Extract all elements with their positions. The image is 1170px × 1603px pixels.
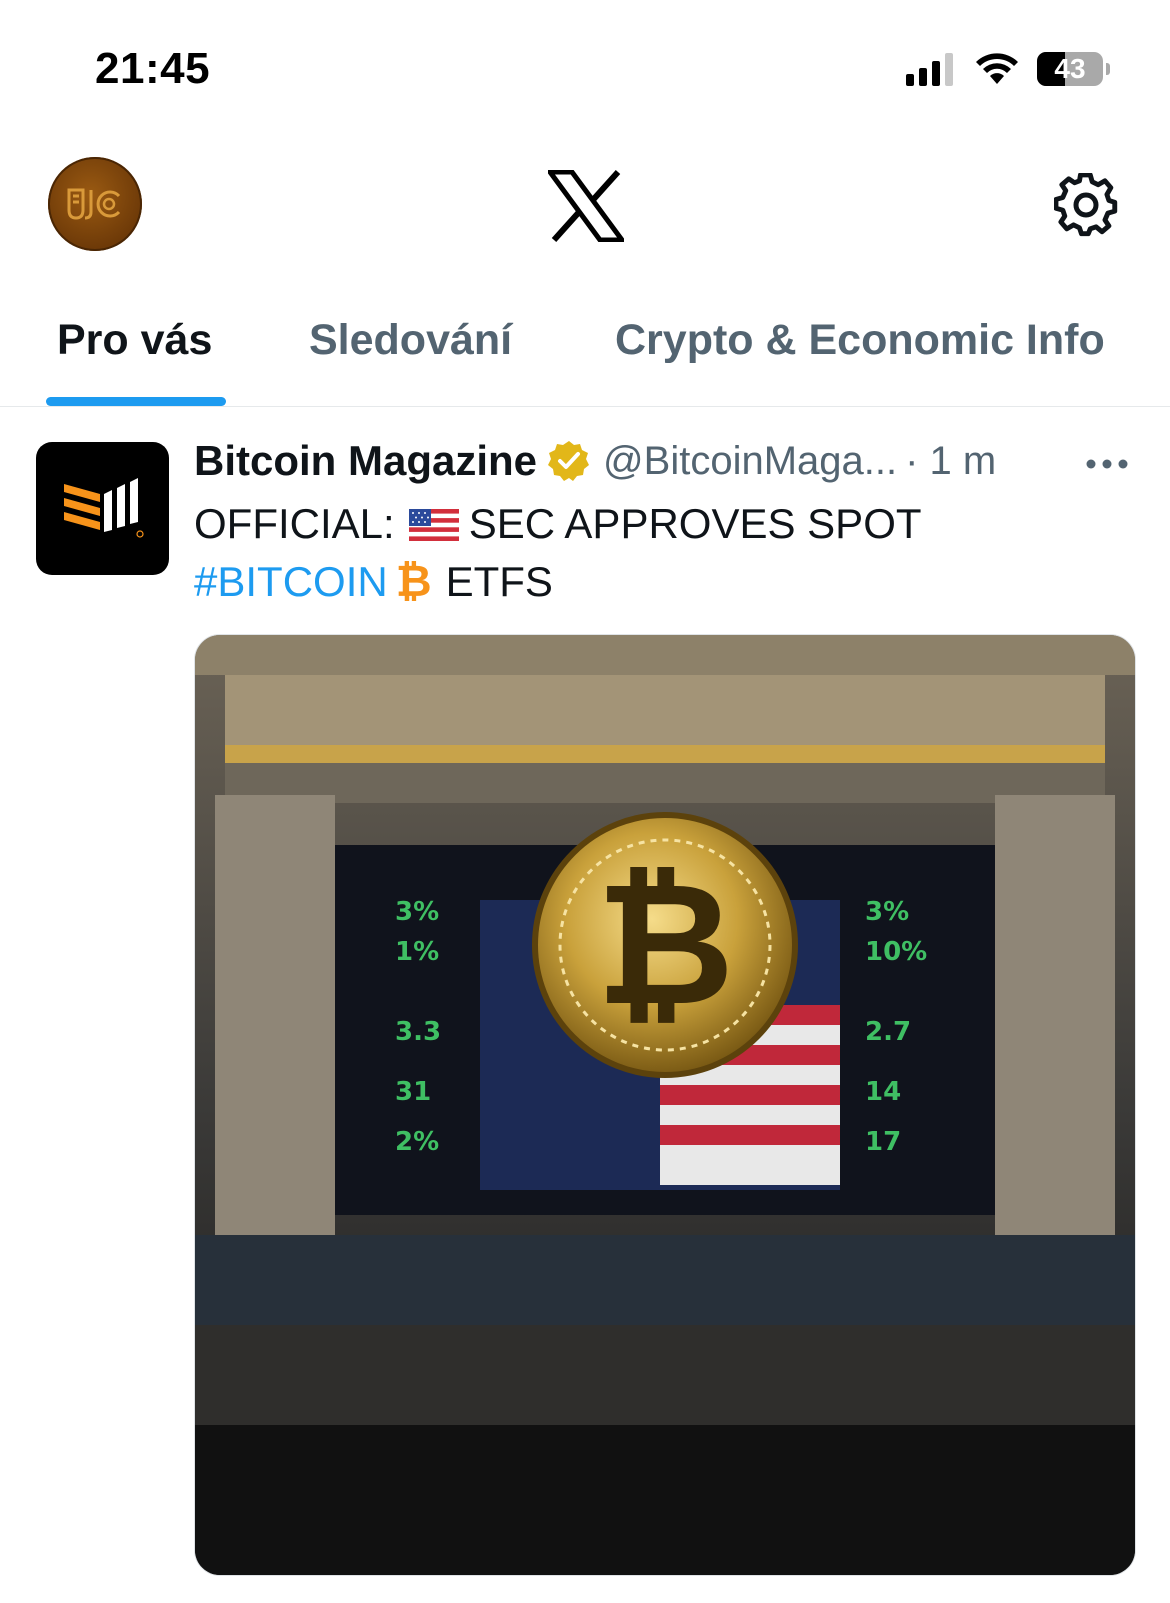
- svg-text:3%: 3%: [865, 897, 909, 927]
- status-icons: 43: [906, 52, 1110, 86]
- active-tab-indicator: [46, 397, 226, 406]
- svg-text:₿: ₿: [596, 846, 735, 1044]
- svg-text:2.7: 2.7: [865, 1017, 911, 1047]
- us-flag-icon: [408, 509, 459, 541]
- svg-text:14: 14: [865, 1077, 901, 1107]
- tab-crypto-economic-info[interactable]: Crypto & Economic Info: [615, 316, 1105, 365]
- tweet-text-part1: OFFICIAL:: [194, 500, 395, 547]
- author-name[interactable]: Bitcoin Magazine: [194, 437, 537, 485]
- profile-logo-icon: [67, 188, 121, 220]
- cellular-signal-icon: [906, 52, 953, 86]
- tweet-time: · 1 m: [905, 438, 997, 483]
- svg-text:3.3: 3.3: [395, 1017, 441, 1047]
- svg-text:3%: 3%: [395, 897, 439, 927]
- bitcoin-symbol-icon: ₿: [395, 557, 432, 606]
- svg-text:2%: 2%: [395, 1127, 439, 1157]
- x-home-timeline: 21:45 43 Pro vás Sledování Crypto & Econ…: [0, 0, 1170, 1603]
- bitcoin-coin-image: 3% 1% 3.3 31 2% 3% 10% 2.7 14 17 ₿: [195, 635, 1135, 1575]
- status-bar: 21:45 43: [0, 0, 1170, 140]
- gear-icon[interactable]: [1054, 173, 1118, 237]
- top-app-bar: [0, 140, 1170, 290]
- wifi-icon: [976, 53, 1018, 84]
- svg-text:1%: 1%: [395, 937, 439, 967]
- timeline-tabs: Pro vás Sledování Crypto & Economic Info: [0, 290, 1170, 407]
- verified-badge-icon: [548, 441, 590, 481]
- tweet-header: Bitcoin Magazine @BitcoinMaga... · 1 m: [194, 433, 1134, 489]
- tweet-author-avatar[interactable]: [36, 442, 169, 575]
- hashtag-bitcoin[interactable]: #BITCOIN: [194, 558, 388, 605]
- status-time: 21:45: [95, 44, 211, 93]
- tweet-text: OFFICIAL: SEC APPROVES SPOT #BITCOIN ₿ ETF…: [194, 495, 1134, 611]
- profile-avatar[interactable]: [48, 157, 142, 251]
- tweet-text-part2: SEC APPROVES SPOT: [468, 500, 922, 547]
- x-logo-icon[interactable]: [548, 170, 624, 242]
- svg-text:17: 17: [865, 1127, 901, 1157]
- more-options-icon[interactable]: [1085, 457, 1129, 471]
- battery-level: 43: [1054, 53, 1086, 84]
- svg-text:31: 31: [395, 1077, 431, 1107]
- author-handle[interactable]: @BitcoinMaga...: [603, 439, 897, 484]
- bitcoin-magazine-logo-icon: [64, 478, 144, 538]
- tweet-media-image[interactable]: 3% 1% 3.3 31 2% 3% 10% 2.7 14 17 ₿: [194, 634, 1136, 1576]
- svg-text:10%: 10%: [865, 937, 927, 967]
- tweet-text-part3: ETFS: [445, 558, 553, 605]
- tab-following[interactable]: Sledování: [309, 316, 512, 365]
- battery-icon: 43: [1037, 52, 1103, 86]
- tab-for-you[interactable]: Pro vás: [57, 316, 212, 365]
- tweet[interactable]: Bitcoin Magazine @BitcoinMaga... · 1 m O…: [0, 407, 1170, 1603]
- battery-cap: [1106, 63, 1110, 75]
